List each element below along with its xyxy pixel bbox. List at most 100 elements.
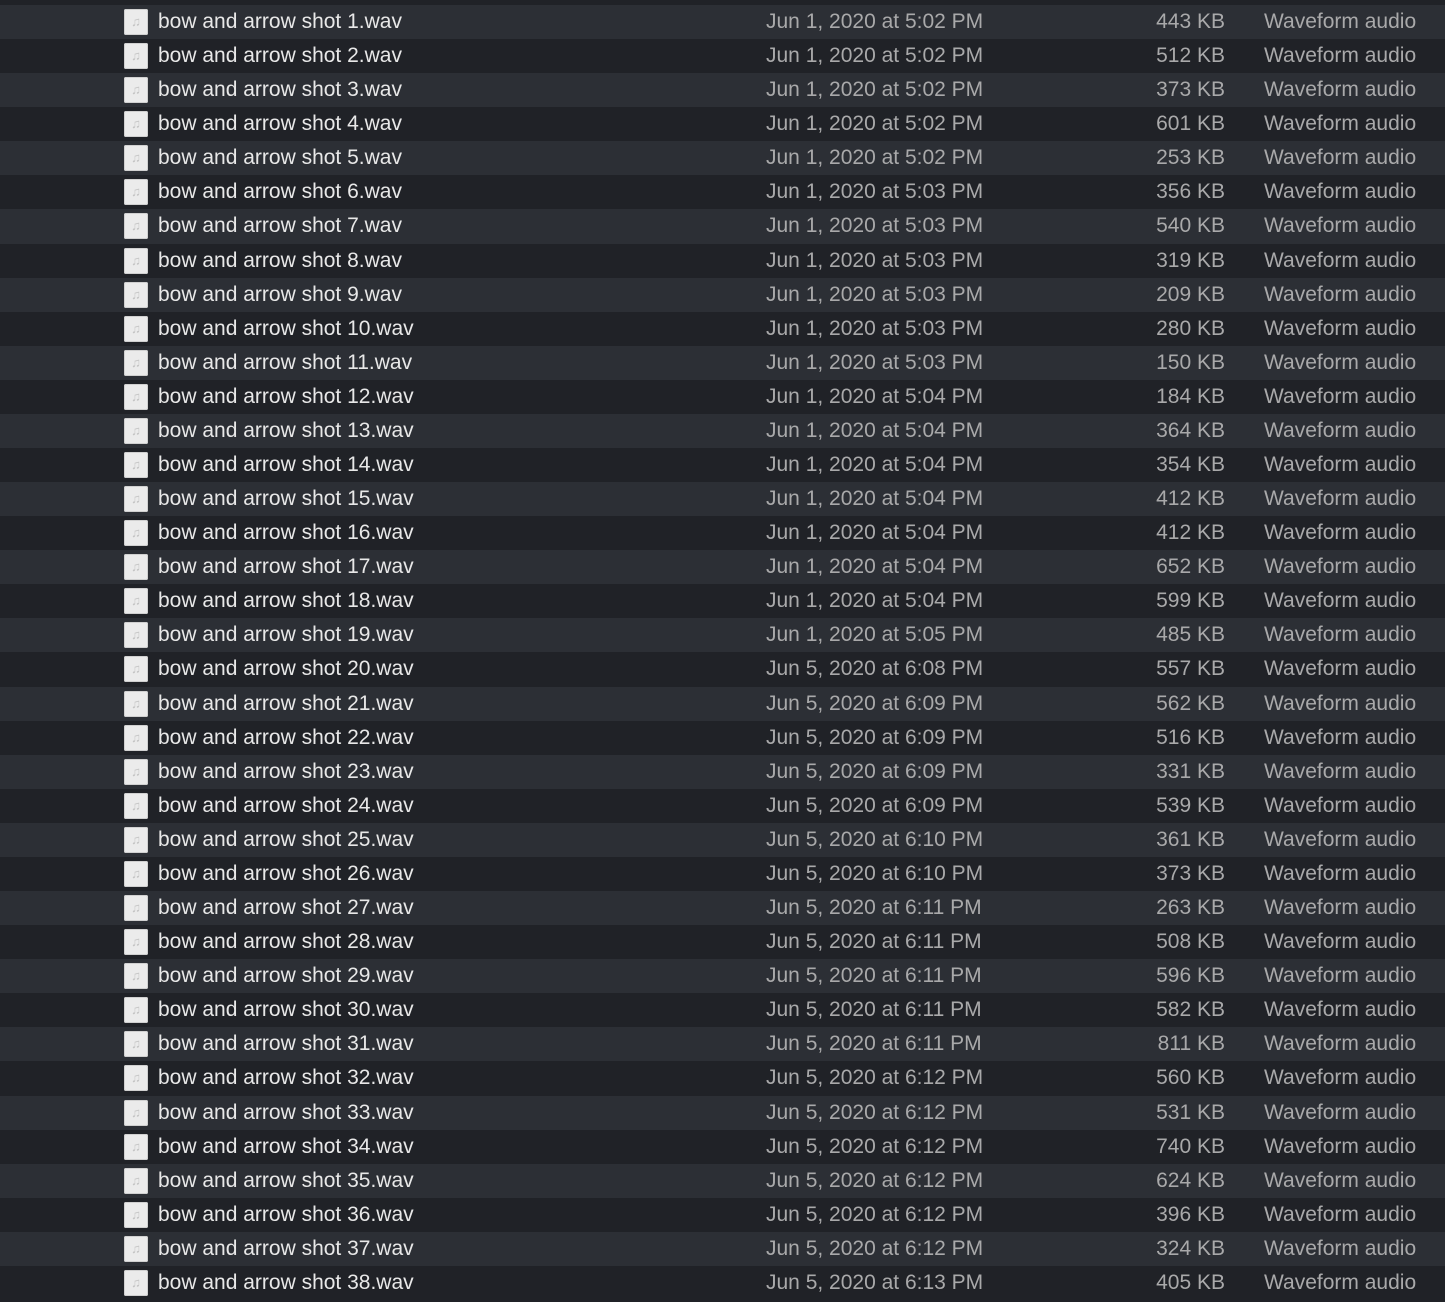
file-date-modified: Jun 1, 2020 at 5:03 PM [766,282,984,306]
file-size: 582 KB [1156,998,1225,1022]
file-size: 485 KB [1156,623,1225,647]
file-size: 811 KB [1157,1032,1225,1056]
file-size: 361 KB [1156,827,1225,851]
file-date-modified: Jun 1, 2020 at 5:04 PM [766,487,984,511]
file-kind: Waveform audio [1264,861,1417,885]
file-kind: Waveform audio [1264,10,1417,33]
file-kind: Waveform audio [1264,998,1417,1022]
file-date-modified: Jun 5, 2020 at 6:12 PM [766,1168,984,1192]
file-date-modified: Jun 5, 2020 at 6:12 PM [766,1100,984,1124]
file-row[interactable]: ♫ bow and arrow shot 22.wav Jun 5, 2020 at… [0,720,1445,755]
file-row[interactable]: ♫ bow and arrow shot 33.wav Jun 5, 2020 at… [0,1095,1445,1130]
audio-file-icon: ♫ [124,860,148,887]
file-date-modified: Jun 1, 2020 at 5:03 PM [766,316,984,340]
file-row[interactable]: ♫ bow and arrow shot 36.wav Jun 5, 2020 at… [0,1197,1445,1232]
file-row[interactable]: ♫ bow and arrow shot 27.wav Jun 5, 2020 at… [0,891,1445,926]
audio-file-icon: ♫ [124,963,148,990]
file-date-modified: Jun 5, 2020 at 6:10 PM [766,861,984,885]
file-size: 354 KB [1156,453,1225,477]
file-row[interactable]: ♫ bow and arrow shot 30.wav Jun 5, 2020 at… [0,993,1445,1028]
file-kind: Waveform audio [1264,827,1417,851]
file-date-modified: Jun 1, 2020 at 5:02 PM [766,44,984,68]
file-name: bow and arrow shot 8.wav [158,248,402,272]
file-size: 373 KB [1156,78,1225,102]
file-row[interactable]: ♫ bow and arrow shot 21.wav Jun 5, 2020 at… [0,686,1445,721]
file-row[interactable]: ♫ bow and arrow shot 15.wav Jun 1, 2020 at… [0,482,1445,517]
audio-file-icon: ♫ [124,520,148,547]
file-kind: Waveform audio [1264,1202,1417,1226]
file-size: 557 KB [1156,657,1225,681]
file-name: bow and arrow shot 15.wav [158,487,414,511]
file-row[interactable]: ♫ bow and arrow shot 13.wav Jun 1, 2020 at… [0,413,1445,449]
file-date-modified: Jun 1, 2020 at 5:03 PM [766,214,984,238]
file-kind: Waveform audio [1264,453,1417,477]
file-date-modified: Jun 5, 2020 at 6:09 PM [766,725,984,749]
file-row[interactable]: ♫ bow and arrow shot 31.wav Jun 5, 2020 at… [0,1027,1445,1062]
file-row[interactable]: ♫ bow and arrow shot 18.wav Jun 1, 2020 at… [0,584,1445,619]
file-row[interactable]: ♫ bow and arrow shot 34.wav Jun 5, 2020 at… [0,1129,1445,1164]
file-size: 184 KB [1156,384,1225,408]
file-name: bow and arrow shot 37.wav [158,1236,414,1260]
file-kind: Waveform audio [1264,930,1417,954]
file-date-modified: Jun 5, 2020 at 6:13 PM [766,1270,984,1294]
file-row[interactable]: ♫ bow and arrow shot 32.wav Jun 5, 2020 at… [0,1061,1445,1096]
file-row[interactable]: ♫ bow and arrow shot 20.wav Jun 5, 2020 at… [0,652,1445,687]
file-row[interactable]: ♫ bow and arrow shot 14.wav Jun 1, 2020 at… [0,448,1445,483]
file-row[interactable]: ♫ bow and arrow shot 35.wav Jun 5, 2020 at… [0,1163,1445,1198]
file-size: 512 KB [1156,44,1225,68]
file-row[interactable]: ♫ bow and arrow shot 11.wav Jun 1, 2020 at… [0,345,1445,380]
file-size: 560 KB [1156,1066,1225,1090]
file-row[interactable]: ♫ bow and arrow shot 37.wav Jun 5, 2020 at… [0,1231,1445,1266]
file-size: 540 KB [1156,214,1225,238]
audio-file-icon: ♫ [124,656,148,683]
file-row[interactable]: ♫ bow and arrow shot 29.wav Jun 5, 2020 at… [0,959,1445,994]
file-kind: Waveform audio [1264,214,1417,238]
file-kind: Waveform audio [1264,1270,1417,1294]
audio-file-icon: ♫ [124,554,148,581]
audio-file-icon: ♫ [124,690,148,717]
audio-file-icon: ♫ [124,588,148,615]
file-date-modified: Jun 5, 2020 at 6:12 PM [766,1202,984,1226]
file-name: bow and arrow shot 36.wav [158,1202,414,1226]
file-row[interactable]: ♫ bow and arrow shot 3.wav Jun 1, 2020 at … [0,73,1445,108]
file-name: bow and arrow shot 6.wav [158,180,402,204]
file-row[interactable]: ♫ bow and arrow shot 5.wav Jun 1, 2020 at … [0,141,1445,176]
file-row[interactable]: ♫ bow and arrow shot 24.wav Jun 5, 2020 at… [0,788,1445,823]
file-row[interactable]: ♫ bow and arrow shot 23.wav Jun 5, 2020 at… [0,754,1445,789]
file-row[interactable]: ♫ bow and arrow shot 1.wav Jun 1, 2020 at … [0,5,1445,40]
file-date-modified: Jun 1, 2020 at 5:02 PM [766,146,984,170]
audio-file-icon: ♫ [124,179,148,206]
file-row[interactable]: ♫ bow and arrow shot 16.wav Jun 1, 2020 at… [0,516,1445,551]
file-row[interactable]: ♫ bow and arrow shot 9.wav Jun 1, 2020 at … [0,277,1445,312]
file-row[interactable]: ♫ bow and arrow shot 26.wav Jun 5, 2020 at… [0,856,1445,892]
file-size: 412 KB [1156,487,1225,511]
file-row[interactable]: ♫ bow and arrow shot 4.wav Jun 1, 2020 at … [0,107,1445,142]
file-kind: Waveform audio [1264,657,1417,681]
file-row[interactable]: ♫ bow and arrow shot 25.wav Jun 5, 2020 at… [0,822,1445,857]
file-size: 740 KB [1156,1134,1225,1158]
file-size: 599 KB [1156,589,1225,613]
file-kind: Waveform audio [1264,759,1417,783]
file-row[interactable]: ♫ bow and arrow shot 17.wav Jun 1, 2020 at… [0,550,1445,585]
file-row[interactable]: ♫ bow and arrow shot 12.wav Jun 1, 2020 at… [0,379,1445,414]
file-kind: Waveform audio [1264,896,1417,920]
file-row[interactable]: ♫ bow and arrow shot 10.wav Jun 1, 2020 at… [0,311,1445,346]
file-kind: Waveform audio [1264,1066,1417,1090]
file-date-modified: Jun 1, 2020 at 5:04 PM [766,589,984,613]
file-row[interactable]: ♫ bow and arrow shot 2.wav Jun 1, 2020 at … [0,39,1445,74]
audio-file-icon: ♫ [124,1235,148,1262]
file-name: bow and arrow shot 17.wav [158,555,414,579]
file-row[interactable]: ♫ bow and arrow shot 38.wav Jun 5, 2020 at… [0,1265,1445,1300]
file-name: bow and arrow shot 3.wav [158,78,402,102]
file-size: 531 KB [1156,1100,1225,1124]
file-name: bow and arrow shot 16.wav [158,521,414,545]
file-date-modified: Jun 5, 2020 at 6:09 PM [766,759,984,783]
file-row[interactable]: ♫ bow and arrow shot 19.wav Jun 1, 2020 at… [0,618,1445,653]
file-size: 412 KB [1156,521,1225,545]
file-size: 508 KB [1156,930,1225,954]
file-row[interactable]: ♫ bow and arrow shot 28.wav Jun 5, 2020 at… [0,925,1445,960]
file-row[interactable]: ♫ bow and arrow shot 8.wav Jun 1, 2020 at … [0,243,1445,278]
file-name: bow and arrow shot 23.wav [158,759,414,783]
file-row[interactable]: ♫ bow and arrow shot 6.wav Jun 1, 2020 at … [0,175,1445,210]
file-row[interactable]: ♫ bow and arrow shot 7.wav Jun 1, 2020 at … [0,209,1445,244]
